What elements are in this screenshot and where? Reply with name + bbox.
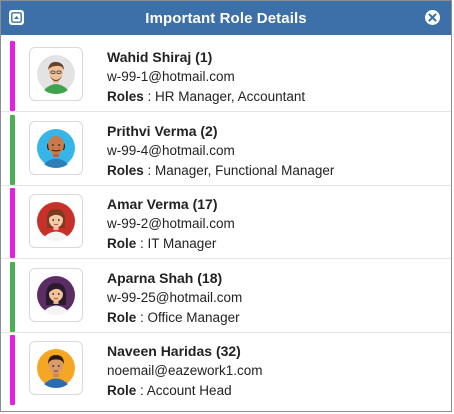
person-info: Wahid Shiraj (1) w-99-1@hotmail.com Role…	[107, 47, 305, 107]
person-email: noemail@eazework1.com	[107, 363, 263, 378]
status-stripe	[10, 41, 15, 111]
avatar	[29, 47, 83, 101]
close-icon[interactable]	[425, 10, 440, 25]
person-roles: Role : Account Head	[107, 383, 232, 398]
female-avatar-icon	[37, 202, 75, 241]
window-title: Important Role Details	[145, 9, 307, 27]
male-avatar-icon	[37, 349, 75, 388]
list-item[interactable]: Aparna Shah (18) w-99-25@hotmail.com Rol…	[1, 261, 451, 333]
person-name: Amar Verma (17)	[107, 196, 218, 212]
avatar	[29, 194, 83, 248]
person-email: w-99-1@hotmail.com	[107, 69, 235, 84]
avatar	[29, 267, 83, 322]
person-info: Naveen Haridas (32) noemail@eazework1.co…	[107, 341, 263, 401]
person-name: Wahid Shiraj (1)	[107, 49, 213, 65]
role-details-window: Important Role Details Wahid Shiraj (1) …	[0, 0, 452, 412]
male-avatar-icon	[37, 55, 75, 94]
person-name: Prithvi Verma (2)	[107, 122, 218, 139]
person-roles: Roles : HR Manager, Accountant	[107, 89, 306, 104]
list-item[interactable]: Prithvi Verma (2) w-99-4@hotmail.com Rol…	[1, 114, 451, 186]
person-roles: Role : IT Manager	[107, 236, 217, 251]
person-info: Aparna Shah (18) w-99-25@hotmail.com Rol…	[107, 268, 242, 328]
list-item[interactable]: Amar Verma (17) w-99-2@hotmail.com Role …	[1, 188, 451, 259]
bald-male-avatar-icon	[37, 128, 75, 168]
person-name: Naveen Haridas (32)	[107, 343, 241, 359]
collapse-icon[interactable]	[9, 10, 24, 25]
status-stripe	[10, 335, 15, 405]
avatar	[29, 120, 83, 175]
status-stripe	[10, 188, 15, 258]
person-list: Wahid Shiraj (1) w-99-1@hotmail.com Role…	[1, 41, 451, 408]
person-info: Amar Verma (17) w-99-2@hotmail.com Role …	[107, 194, 235, 254]
person-roles: Role : Office Manager	[107, 309, 240, 325]
title-bar: Important Role Details	[1, 1, 451, 35]
person-email: w-99-4@hotmail.com	[107, 142, 235, 158]
person-email: w-99-25@hotmail.com	[107, 289, 243, 305]
avatar	[29, 341, 83, 395]
person-roles: Roles : Manager, Functional Manager	[107, 162, 335, 178]
list-item[interactable]: Naveen Haridas (32) noemail@eazework1.co…	[1, 335, 451, 405]
person-info: Prithvi Verma (2) w-99-4@hotmail.com Rol…	[107, 121, 334, 181]
person-name: Aparna Shah (18)	[107, 269, 223, 286]
person-email: w-99-2@hotmail.com	[107, 216, 235, 231]
status-stripe	[10, 261, 15, 332]
list-item[interactable]: Wahid Shiraj (1) w-99-1@hotmail.com Role…	[1, 41, 451, 112]
female-avatar-icon	[37, 275, 75, 315]
status-stripe	[10, 114, 15, 185]
